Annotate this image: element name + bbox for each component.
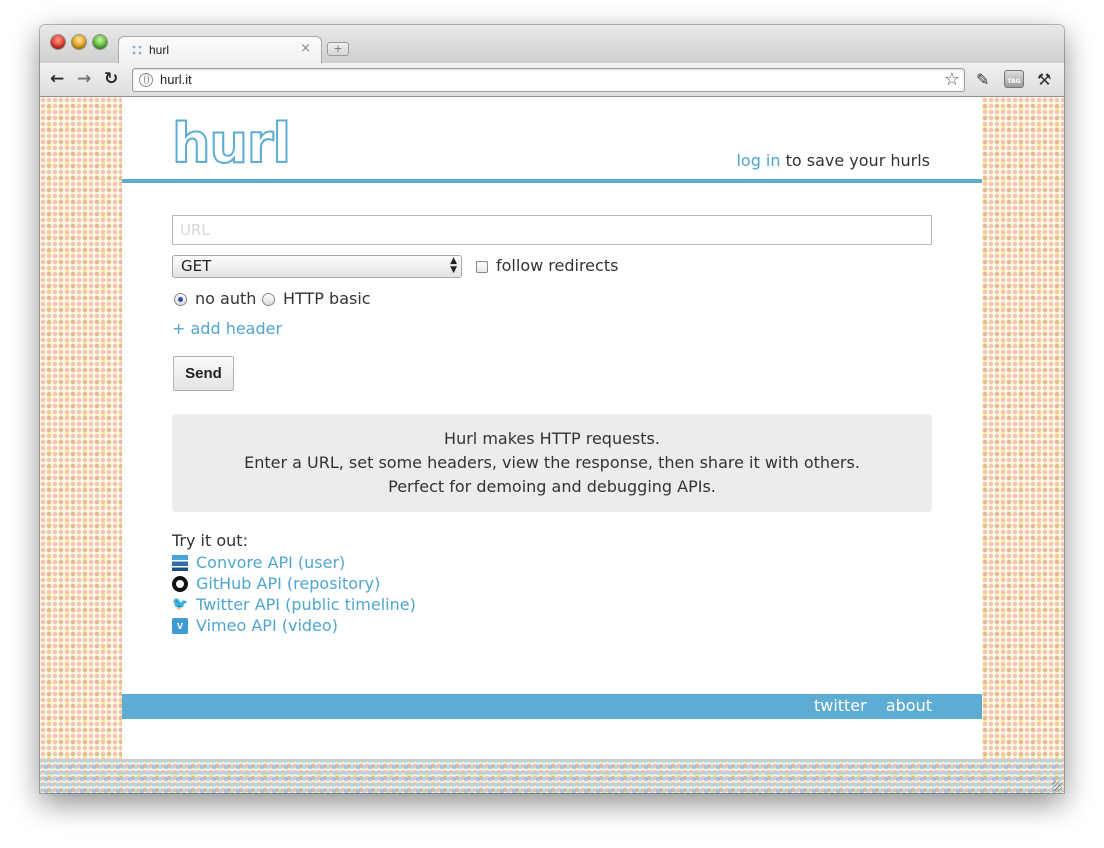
wrench-icon[interactable]: ⚒: [1037, 70, 1051, 89]
hurl-favicon-icon: [131, 44, 143, 56]
footer-bar: twitter about: [122, 694, 982, 719]
browser-tab[interactable]: hurl ×: [118, 36, 322, 64]
http-basic-radio[interactable]: [262, 293, 275, 306]
hurl-logo[interactable]: hurl: [171, 116, 292, 173]
page-container: hurl log in to save your hurls GET ▲▼ fo…: [122, 97, 982, 759]
new-tab-button[interactable]: +: [327, 42, 349, 56]
tab-close-icon[interactable]: ×: [300, 41, 311, 56]
add-header-link[interactable]: + add header: [172, 319, 282, 338]
login-suffix: to save your hurls: [780, 151, 930, 170]
examples-title: Try it out:: [172, 531, 248, 550]
page-viewport: hurl log in to save your hurls GET ▲▼ fo…: [40, 97, 1064, 793]
example-item-twitter[interactable]: 🐦 Twitter API (public timeline): [172, 594, 416, 615]
zoom-window-button[interactable]: [93, 35, 107, 49]
browser-toolbar: ← → ↻ hurl.it ☆ ✎ TAG ⚒: [40, 63, 1064, 97]
reload-icon[interactable]: ↻: [104, 69, 118, 89]
method-select[interactable]: GET ▲ ▼: [172, 255, 462, 278]
examples-list: Convore API (user) GitHub API (repositor…: [172, 552, 416, 636]
login-prompt: log in to save your hurls: [736, 151, 930, 170]
about-box: Hurl makes HTTP requests. Enter a URL, s…: [172, 414, 932, 512]
footer-about-link[interactable]: about: [886, 696, 932, 715]
no-auth-label: no auth: [195, 289, 257, 308]
send-button[interactable]: Send: [173, 356, 234, 391]
footer-twitter-link[interactable]: twitter: [814, 696, 867, 715]
example-item-vimeo[interactable]: v Vimeo API (video): [172, 615, 416, 636]
example-item-convore[interactable]: Convore API (user): [172, 552, 416, 573]
tab-title: hurl: [149, 43, 170, 57]
close-window-button[interactable]: [51, 35, 65, 49]
about-line: Perfect for demoing and debugging APIs.: [388, 477, 716, 496]
browser-window: hurl × + ← → ↻ hurl.it ☆ ✎ TAG ⚒ hurl lo…: [40, 25, 1064, 793]
title-bar: hurl × +: [40, 25, 1064, 64]
footer-links: twitter about: [800, 696, 932, 715]
follow-redirects-checkbox[interactable]: [476, 261, 488, 273]
address-bar[interactable]: hurl.it ☆: [132, 68, 965, 92]
header-divider: [122, 179, 982, 183]
url-input[interactable]: [172, 215, 932, 245]
method-selected-value: GET: [181, 257, 212, 275]
about-line: Hurl makes HTTP requests.: [444, 429, 660, 448]
http-basic-label: HTTP basic: [283, 289, 371, 308]
example-link[interactable]: Vimeo API (video): [196, 616, 338, 635]
pin-icon[interactable]: ✎: [976, 70, 989, 89]
follow-redirects-label: follow redirects: [496, 256, 619, 275]
forward-arrow-icon[interactable]: →: [77, 69, 91, 89]
example-link[interactable]: Twitter API (public timeline): [196, 595, 416, 614]
example-link[interactable]: Convore API (user): [196, 553, 345, 572]
minimize-window-button[interactable]: [72, 35, 86, 49]
no-auth-radio[interactable]: [174, 293, 187, 306]
tag-icon[interactable]: TAG: [1004, 70, 1024, 88]
example-link[interactable]: GitHub API (repository): [196, 574, 380, 593]
twitter-icon: 🐦: [172, 596, 189, 612]
resize-grip-icon[interactable]: [1052, 781, 1062, 791]
vimeo-icon: v: [172, 617, 188, 634]
convore-icon: [172, 554, 188, 571]
about-line: Enter a URL, set some headers, view the …: [244, 453, 860, 472]
select-arrows-icon: ▲ ▼: [450, 256, 457, 275]
address-text[interactable]: hurl.it: [160, 72, 192, 87]
example-item-github[interactable]: GitHub API (repository): [172, 573, 416, 594]
login-link[interactable]: log in: [736, 151, 780, 170]
star-icon[interactable]: ☆: [944, 69, 960, 90]
back-arrow-icon[interactable]: ←: [50, 69, 64, 89]
github-icon: [172, 575, 188, 592]
globe-icon: [139, 73, 153, 87]
